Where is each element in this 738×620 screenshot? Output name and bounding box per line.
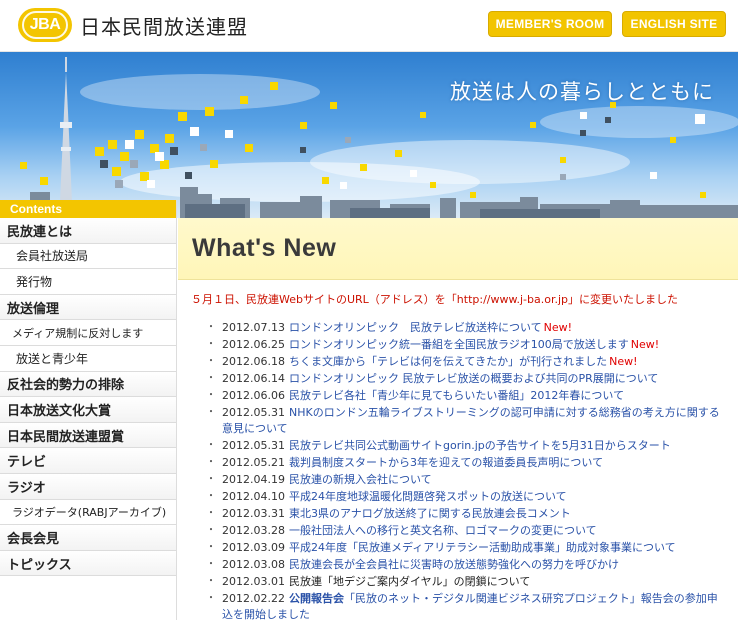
news-date: 2012.03.08 bbox=[222, 557, 285, 571]
news-date: 2012.03.09 bbox=[222, 540, 285, 554]
news-date: 2012.05.31 bbox=[222, 439, 285, 453]
sidebar-item[interactable]: 会長会見 bbox=[0, 525, 176, 551]
news-item: 2012.05.31 民放テレビ共同公式動画サイトgorin.jpの予告サイトを5… bbox=[206, 438, 728, 455]
news-item: 2012.06.06 民放テレビ各社「青少年に見てもらいたい番組」2012年春につ… bbox=[206, 388, 728, 405]
news-date: 2012.03.01 bbox=[222, 574, 285, 588]
sidebar-list: 民放連とは 会員社放送局 発行物 放送倫理 メディア規制に反対します 放送と青少年 反社会的… bbox=[0, 218, 176, 577]
news-item: 2012.05.31NHKのロンドン五輪ライブストリーミングの認可申請に対する総… bbox=[206, 405, 728, 439]
sidebar-item[interactable]: 反社会的勢力の排除 bbox=[0, 371, 176, 398]
news-link[interactable]: 民放テレビ共同公式動画サイトgorin.jpの予告サイトを5月31日からスタート bbox=[289, 439, 671, 452]
news-date: 2012.05.21 bbox=[222, 456, 285, 470]
news-link[interactable]: ロンドンオリンピック統一番組を全国民放ラジオ100局で放送します bbox=[289, 338, 629, 351]
news-item: 2012.06.25 ロンドンオリンピック統一番組を全国民放ラジオ100局で放送し… bbox=[206, 337, 728, 354]
sidebar-item[interactable]: ラジオ bbox=[0, 473, 176, 500]
news-item: 2012.04.19 民放連の新規入会社について bbox=[206, 472, 728, 489]
news-item: 2012.06.14 ロンドンオリンピック 民放テレビ放送の概要および共同のPR展… bbox=[206, 371, 728, 388]
url-change-notice[interactable]: ５月１日、民放連WebサイトのURL（アドレス）を「http://www.j-b… bbox=[191, 291, 678, 307]
members-room-button[interactable]: MEMBER'S ROOM bbox=[488, 11, 612, 37]
jba-logo[interactable]: JBA 日本民間放送連盟 bbox=[18, 8, 248, 42]
hero-banner: 放送は人の暮らしとともに bbox=[0, 52, 738, 218]
whats-new-header: What's New bbox=[178, 218, 738, 280]
page-title: What's New bbox=[192, 234, 337, 262]
news-link[interactable]: 平成24年度「民放連メディアリテラシー活動助成事業」助成対象事業について bbox=[289, 541, 676, 554]
news-item: 2012.07.13 ロンドンオリンピック 民放テレビ放送枠についてNew! bbox=[206, 320, 728, 337]
news-item: 2012.02.22公開報告会「民放のネット・デジタル関連ビジネス研究プロジェク… bbox=[206, 591, 728, 620]
news-link[interactable]: ロンドンオリンピック 民放テレビ放送枠について bbox=[289, 321, 542, 334]
news-item: 2012.04.10 平成24年度地球温暖化問題啓発スポットの放送について bbox=[206, 489, 728, 506]
new-badge: New! bbox=[543, 321, 573, 334]
news-date: 2012.04.19 bbox=[222, 473, 285, 487]
news-item: 2012.06.18 ちくま文庫から「テレビは何を伝えてきたか」が刊行されましたN… bbox=[206, 354, 728, 371]
sidebar-item[interactable]: ラジオデータ(RABJアーカイブ) bbox=[0, 499, 176, 526]
news-link[interactable]: 民放連の新規入会社について bbox=[289, 473, 432, 486]
site-header: JBA 日本民間放送連盟 MEMBER'S ROOM ENGLISH SITE bbox=[0, 0, 738, 52]
logo-text: 日本民間放送連盟 bbox=[80, 14, 248, 39]
news-link[interactable]: 東北3県のアナログ放送終了に関する民放連会長コメント bbox=[289, 507, 571, 520]
sidebar-item[interactable]: 放送倫理 bbox=[0, 294, 176, 321]
banner-tagline: 放送は人の暮らしとともに bbox=[450, 80, 714, 104]
main-content: What's New ５月１日、民放連WebサイトのURL（アドレス）を「htt… bbox=[178, 218, 738, 620]
news-item: 2012.05.21 裁判員制度スタートから3年を迎えての報道委員長声明について bbox=[206, 455, 728, 472]
news-link[interactable]: ちくま文庫から「テレビは何を伝えてきたか」が刊行されました bbox=[289, 355, 607, 368]
news-item: 2012.03.28 一般社団法人への移行と英文名称、ロゴマークの変更について bbox=[206, 523, 728, 540]
news-date: 2012.03.31 bbox=[222, 506, 285, 520]
news-link[interactable]: ロンドンオリンピック 民放テレビ放送の概要および共同のPR展開について bbox=[289, 372, 658, 385]
news-link[interactable]: 民放連「地デジご案内ダイヤル」の閉鎖について bbox=[289, 575, 530, 588]
news-link[interactable]: 公開報告会 bbox=[289, 592, 344, 605]
news-list: 2012.07.13ロンドンオリンピック 民放テレビ放送枠についてNew!201… bbox=[206, 320, 728, 620]
news-date: 2012.03.28 bbox=[222, 523, 285, 537]
news-date: 2012.05.31 bbox=[222, 405, 285, 419]
news-date: 2012.04.10 bbox=[222, 490, 285, 504]
news-date: 2012.06.25 bbox=[222, 337, 285, 351]
sidebar-item[interactable]: 会員社放送局 bbox=[0, 243, 176, 270]
news-date: 2012.06.18 bbox=[222, 354, 285, 368]
new-badge: New! bbox=[630, 337, 660, 351]
news-link[interactable]: 民放テレビ各社「青少年に見てもらいたい番組」2012年春について bbox=[289, 389, 624, 402]
news-date: 2012.07.13 bbox=[222, 321, 285, 334]
sidebar-item[interactable]: 発行物 bbox=[0, 269, 176, 295]
jba-logo-badge: JBA bbox=[18, 8, 72, 42]
news-link[interactable]: 平成24年度地球温暖化問題啓発スポットの放送について bbox=[289, 490, 567, 503]
news-item: 2012.03.31 東北3県のアナログ放送終了に関する民放連会長コメント bbox=[206, 506, 728, 523]
sidebar-item[interactable]: テレビ bbox=[0, 448, 176, 474]
sidebar-item[interactable]: トピックス bbox=[0, 550, 176, 577]
sidebar-nav: Contents 民放連とは 会員社放送局 発行物 放送倫理 メディア規制に反対します放… bbox=[0, 200, 177, 620]
news-link[interactable]: 民放連会長が全会員社に災害時の放送態勢強化への努力を呼びかけ bbox=[289, 558, 619, 571]
news-date: 2012.06.14 bbox=[222, 371, 285, 385]
sidebar-item[interactable]: 日本放送文化大賞 bbox=[0, 397, 176, 423]
sidebar-item[interactable]: 放送と青少年 bbox=[0, 345, 176, 372]
news-date: 2012.06.06 bbox=[222, 388, 285, 402]
new-badge: New! bbox=[609, 354, 638, 368]
sidebar-heading: Contents bbox=[0, 200, 176, 218]
news-link[interactable]: 一般社団法人への移行と英文名称、ロゴマークの変更について bbox=[289, 524, 597, 537]
news-date: 2012.02.22 bbox=[222, 591, 285, 605]
sidebar-item[interactable]: メディア規制に反対します bbox=[0, 320, 176, 346]
news-link[interactable]: 裁判員制度スタートから3年を迎えての報道委員長声明について bbox=[289, 456, 603, 469]
sidebar-item[interactable]: 日本民間放送連盟賞 bbox=[0, 422, 176, 449]
english-site-button[interactable]: ENGLISH SITE bbox=[622, 11, 726, 37]
sidebar-item[interactable]: 民放連とは bbox=[0, 218, 176, 244]
news-item: 2012.03.09 平成24年度「民放連メディアリテラシー活動助成事業」助成対象… bbox=[206, 540, 728, 557]
news-item: 2012.03.01 民放連「地デジご案内ダイヤル」の閉鎖について bbox=[206, 574, 728, 591]
news-item: 2012.03.08 民放連会長が全会員社に災害時の放送態勢強化への努力を呼びかけ bbox=[206, 557, 728, 574]
news-link[interactable]: NHKのロンドン五輪ライブストリーミングの認可申請に対する総務省の考え方に関する… bbox=[222, 406, 720, 436]
